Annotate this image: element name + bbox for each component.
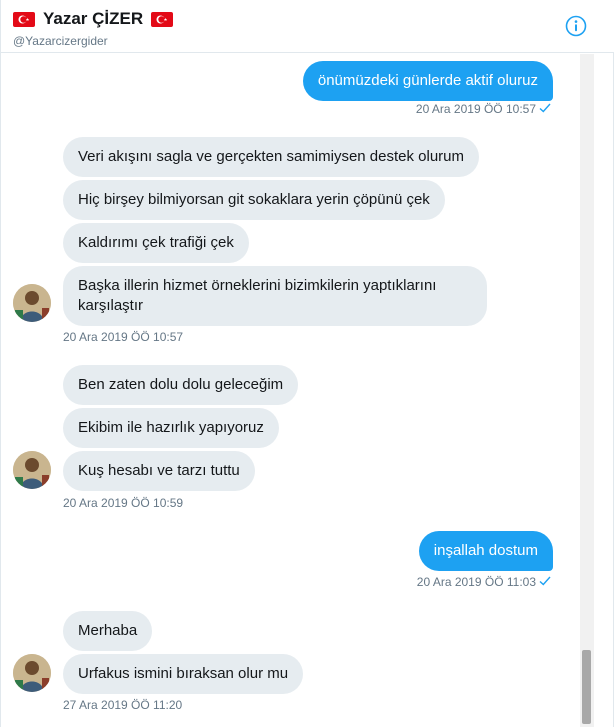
dm-conversation-panel: Yazar ÇİZER @Yazarcizergider önümüzdeki … xyxy=(0,0,614,727)
message-bubble-outgoing[interactable]: önümüzdeki günlerde aktif oluruz xyxy=(302,61,553,101)
message-thread[interactable]: önümüzdeki günlerde aktif oluruz 20 Ara … xyxy=(1,54,581,727)
message-bubble-incoming[interactable]: Kaldırımı çek trafiği çek xyxy=(63,223,249,263)
message-timestamp: 20 Ara 2019 ÖÖ 10:57 xyxy=(63,330,184,344)
message-bubble-incoming[interactable]: Kuş hesabı ve tarzı tuttu xyxy=(63,451,255,491)
contact-handle[interactable]: @Yazarcizergider xyxy=(13,34,108,48)
message-bubble-incoming[interactable]: Ekibim ile hazırlık yapıyoruz xyxy=(63,408,279,448)
timestamp-text: 20 Ara 2019 ÖÖ 11:03 xyxy=(416,575,536,589)
message-timestamp: 20 Ara 2019 ÖÖ 11:03 xyxy=(417,575,551,589)
message-bubble-incoming[interactable]: Urfakus ismini bıraksan olur mu xyxy=(63,654,304,694)
turkey-flag-icon xyxy=(13,11,35,27)
message-bubble-incoming[interactable]: Başka illerin hizmet örneklerini bizimki… xyxy=(63,266,487,326)
timestamp-text: 20 Ara 2019 ÖÖ 10:57 xyxy=(415,102,536,116)
turkey-flag-icon xyxy=(151,11,174,27)
message-bubble-incoming[interactable]: Ben zaten dolu dolu geleceğim xyxy=(63,365,299,405)
avatar[interactable] xyxy=(13,451,51,489)
message-timestamp: 27 Ara 2019 ÖÖ 11:20 xyxy=(63,698,183,712)
avatar[interactable] xyxy=(13,654,51,692)
thread-scrollbar-thumb[interactable] xyxy=(582,650,591,724)
checkmark-icon xyxy=(539,575,551,589)
thread-scrollbar-track[interactable] xyxy=(580,54,594,727)
info-icon[interactable] xyxy=(565,15,587,37)
contact-display-name[interactable]: Yazar ÇİZER xyxy=(43,9,143,29)
message-timestamp: 20 Ara 2019 ÖÖ 10:57 xyxy=(416,102,551,116)
message-bubble-incoming[interactable]: Merhaba xyxy=(63,611,153,651)
message-bubble-outgoing[interactable]: inşallah dostum xyxy=(418,531,553,571)
message-bubble-incoming[interactable]: Veri akışını sagla ve gerçekten samimiys… xyxy=(63,137,480,177)
conversation-header: Yazar ÇİZER @Yazarcizergider xyxy=(1,0,614,53)
header-name-row: Yazar ÇİZER xyxy=(13,8,174,30)
avatar[interactable] xyxy=(13,284,51,322)
checkmark-icon xyxy=(539,102,551,116)
message-timestamp: 20 Ara 2019 ÖÖ 10:59 xyxy=(63,496,184,510)
message-bubble-incoming[interactable]: Hiç birşey bilmiyorsan git sokaklara yer… xyxy=(63,180,445,220)
